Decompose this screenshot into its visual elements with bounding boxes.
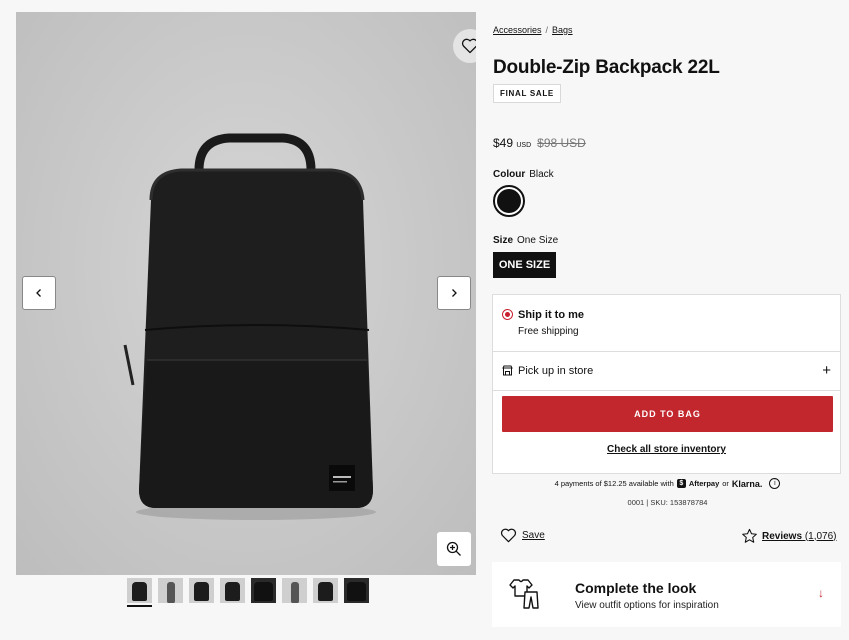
size-option-button[interactable]: ONE SIZE xyxy=(493,252,556,278)
add-to-bag-button[interactable]: ADD TO BAG xyxy=(502,396,833,432)
arrow-down-icon: ↓ xyxy=(818,586,824,600)
thumbnail[interactable] xyxy=(158,578,183,603)
ship-option-title: Ship it to me xyxy=(518,309,584,321)
zoom-in-icon xyxy=(446,541,461,556)
thumbnail-active-indicator xyxy=(127,605,152,607)
ship-option-subtitle: Free shipping xyxy=(518,326,579,337)
favorite-button[interactable] xyxy=(453,29,476,63)
save-label: Save xyxy=(522,530,545,541)
chevron-left-icon xyxy=(36,289,41,297)
price-currency: USD xyxy=(516,142,532,149)
afterpay-icon: $ xyxy=(676,479,686,488)
store-icon xyxy=(502,365,513,376)
breadcrumb-accessories[interactable]: Accessories xyxy=(493,25,542,35)
pickup-in-store-option[interactable]: Pick up in store + xyxy=(493,352,840,390)
product-image-gallery xyxy=(16,12,476,575)
chevron-right-icon xyxy=(452,289,457,297)
thumbnail[interactable] xyxy=(127,578,152,603)
plus-icon: + xyxy=(822,362,831,379)
outfit-icon xyxy=(509,579,539,609)
afterpay-label: Afterpay xyxy=(688,479,720,488)
next-image-button[interactable] xyxy=(437,276,471,310)
original-price: $98 USD xyxy=(537,136,586,150)
payment-options-line: 4 payments of $12.25 available with $ Af… xyxy=(493,478,842,489)
ship-to-me-option[interactable]: Ship it to me Free shipping xyxy=(493,295,840,352)
complete-look-title: Complete the look xyxy=(575,580,697,596)
fulfillment-panel: Ship it to me Free shipping Pick up in s… xyxy=(492,294,841,474)
payment-or: or xyxy=(722,479,729,488)
size-label-row: Size One Size xyxy=(493,235,558,246)
payment-prefix: 4 payments of $12.25 available with xyxy=(554,479,674,488)
final-sale-badge: FINAL SALE xyxy=(493,84,561,103)
thumbnail[interactable] xyxy=(344,578,369,603)
reviews-count: (1,076) xyxy=(804,530,837,542)
save-button[interactable]: Save xyxy=(500,528,545,543)
zoom-button[interactable] xyxy=(437,532,471,566)
thumbnail[interactable] xyxy=(313,578,338,603)
product-title: Double-Zip Backpack 22L xyxy=(493,57,720,78)
complete-look-subtitle: View outfit options for inspiration xyxy=(575,600,719,611)
size-value: One Size xyxy=(517,235,559,246)
star-icon xyxy=(742,528,757,543)
complete-the-look-card[interactable]: Complete the look View outfit options fo… xyxy=(492,562,841,627)
klarna-label: Klarna. xyxy=(731,478,763,489)
thumbnail-strip xyxy=(127,578,369,603)
check-inventory-link[interactable]: Check all store inventory xyxy=(607,444,726,455)
reviews-link[interactable]: Reviews (1,076) xyxy=(741,528,837,544)
reviews-label: Reviews xyxy=(762,530,803,542)
sku-line: 0001 | SKU: 153878784 xyxy=(627,498,708,507)
check-inventory-row: Check all store inventory xyxy=(493,444,840,455)
radio-selected-icon xyxy=(502,309,513,320)
breadcrumb: Accessories / Bags xyxy=(493,25,573,35)
size-label: Size xyxy=(493,235,514,246)
thumbnail[interactable] xyxy=(189,578,214,603)
colour-swatch-black[interactable] xyxy=(493,185,525,217)
divider xyxy=(493,390,840,391)
info-icon[interactable]: i xyxy=(769,478,781,489)
thumbnail[interactable] xyxy=(251,578,276,603)
sale-price: $49 USD xyxy=(493,136,532,150)
heart-icon xyxy=(461,38,476,54)
breadcrumb-bags[interactable]: Bags xyxy=(552,25,573,35)
price-row: $49 USD $98 USD xyxy=(493,136,586,150)
previous-image-button[interactable] xyxy=(22,276,56,310)
thumbnail[interactable] xyxy=(220,578,245,603)
heart-icon xyxy=(500,528,517,543)
colour-value: Black xyxy=(529,169,554,180)
colour-label: Colour xyxy=(493,169,526,180)
thumbnail[interactable] xyxy=(282,578,307,603)
colour-label-row: Colour Black xyxy=(493,169,554,180)
product-main-image xyxy=(123,133,376,520)
breadcrumb-separator: / xyxy=(545,25,549,35)
pickup-label: Pick up in store xyxy=(518,365,594,377)
